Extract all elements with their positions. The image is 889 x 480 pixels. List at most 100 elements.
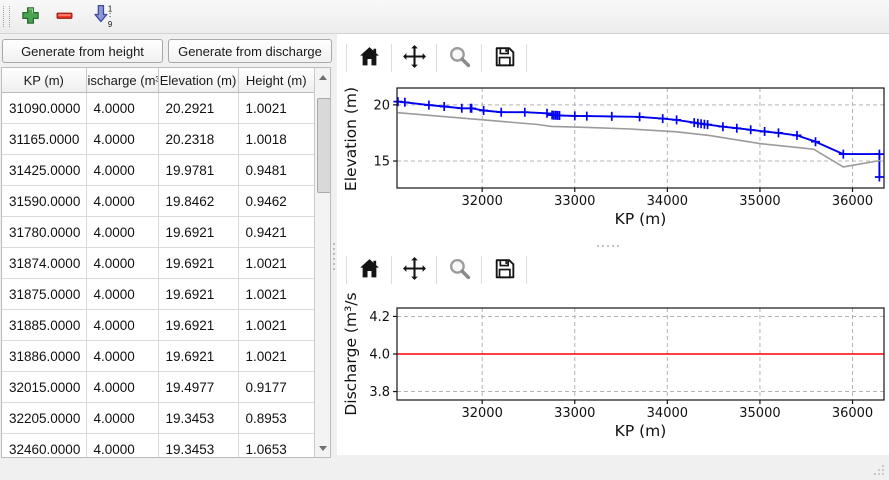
y-tick-label: 20 — [373, 98, 390, 113]
table-cell[interactable]: 19.9781 — [158, 155, 238, 186]
nav-zoom-button[interactable] — [443, 254, 475, 286]
home-icon — [357, 44, 382, 72]
pan-icon — [402, 44, 427, 72]
x-tick-label: 32000 — [461, 194, 502, 209]
table-cell[interactable]: 1.0021 — [238, 310, 314, 341]
nav-pan-button[interactable] — [398, 42, 430, 74]
table-cell[interactable]: 0.9481 — [238, 155, 314, 186]
table-row: 32015.00004.000019.49770.9177 — [2, 372, 314, 403]
x-tick-label: 34000 — [647, 194, 688, 209]
nav-pan-button[interactable] — [398, 254, 430, 286]
table-cell[interactable]: 19.3453 — [158, 403, 238, 434]
table-row: 31165.00004.000020.23181.0018 — [2, 124, 314, 155]
table-cell[interactable]: 0.8953 — [238, 403, 314, 434]
y-tick-label: 4.2 — [369, 310, 390, 325]
nav-save-button[interactable] — [488, 42, 520, 74]
table-cell[interactable]: 0.9177 — [238, 372, 314, 403]
toolbar-drag-handle[interactable] — [3, 6, 10, 27]
table-scrollbar[interactable] — [314, 68, 331, 457]
table-cell[interactable]: 4.0000 — [86, 93, 158, 124]
column-header-elevation[interactable]: Elevation (m) — [158, 68, 238, 93]
toolbar-separator — [391, 256, 392, 284]
table-cell[interactable]: 19.8462 — [158, 186, 238, 217]
sort-rows-button[interactable]: 1 9 — [88, 4, 118, 30]
scrollbar-thumb[interactable] — [317, 98, 331, 193]
scrollbar-down-button[interactable] — [315, 440, 331, 456]
x-tick-label: 36000 — [832, 194, 873, 209]
table-cell[interactable]: 1.0021 — [238, 248, 314, 279]
add-row-button[interactable] — [17, 4, 43, 30]
table-cell[interactable]: 31165.0000 — [2, 124, 86, 155]
column-header-height[interactable]: Height (m) — [238, 68, 314, 93]
discharge-chart[interactable]: 32000330003400035000360003.84.04.2KP (m)… — [341, 293, 887, 455]
table-cell[interactable]: 4.0000 — [86, 279, 158, 310]
table-cell[interactable]: 1.0018 — [238, 124, 314, 155]
table-cell[interactable]: 32205.0000 — [2, 403, 86, 434]
resize-grip[interactable] — [872, 463, 886, 477]
elevation-chart[interactable]: 32000330003400035000360001520KP (m)Eleva… — [341, 84, 887, 242]
table-row: 31875.00004.000019.69211.0021 — [2, 279, 314, 310]
table-cell[interactable]: 19.6921 — [158, 248, 238, 279]
table-cell[interactable]: 1.0021 — [238, 93, 314, 124]
table-cell[interactable]: 4.0000 — [86, 403, 158, 434]
x-tick-label: 35000 — [739, 194, 780, 209]
table-cell[interactable]: 32460.0000 — [2, 434, 86, 459]
table: KP (m) ischarge (m³/ Elevation (m) Heigh… — [2, 68, 314, 458]
table-cell[interactable]: 0.9421 — [238, 217, 314, 248]
column-header-discharge[interactable]: ischarge (m³/ — [86, 68, 158, 93]
table-cell[interactable]: 1.0021 — [238, 279, 314, 310]
table-cell[interactable]: 4.0000 — [86, 186, 158, 217]
nav-home-button[interactable] — [353, 42, 385, 74]
table-cell[interactable]: 1.0653 — [238, 434, 314, 459]
column-header-kp[interactable]: KP (m) — [2, 68, 86, 93]
sort-ascending-icon: 1 9 — [92, 3, 115, 31]
table-cell[interactable]: 4.0000 — [86, 434, 158, 459]
chart-splitter[interactable] — [588, 243, 628, 249]
table-cell[interactable]: 19.6921 — [158, 279, 238, 310]
table-cell[interactable]: 0.9462 — [238, 186, 314, 217]
table-cell[interactable]: 31874.0000 — [2, 248, 86, 279]
table-cell[interactable]: 4.0000 — [86, 124, 158, 155]
nav-save-button[interactable] — [488, 254, 520, 286]
minus-icon — [55, 6, 74, 28]
nav-home-button[interactable] — [353, 254, 385, 286]
x-tick-label: 33000 — [554, 194, 595, 209]
table-cell[interactable]: 31885.0000 — [2, 310, 86, 341]
toolbar-separator — [346, 44, 347, 72]
x-axis-label: KP (m) — [615, 422, 667, 440]
table-cell[interactable]: 4.0000 — [86, 248, 158, 279]
toolbar-separator — [436, 256, 437, 284]
table-cell[interactable]: 31590.0000 — [2, 186, 86, 217]
table-cell[interactable]: 4.0000 — [86, 341, 158, 372]
table-cell[interactable]: 32015.0000 — [2, 372, 86, 403]
table-cell[interactable]: 31780.0000 — [2, 217, 86, 248]
table-cell[interactable]: 19.4977 — [158, 372, 238, 403]
y-tick-label: 15 — [373, 155, 390, 170]
toolbar-separator — [346, 256, 347, 284]
zoom-icon — [447, 44, 472, 72]
table-cell[interactable]: 4.0000 — [86, 310, 158, 341]
toolbar-separator — [481, 44, 482, 72]
table-cell[interactable]: 19.6921 — [158, 341, 238, 372]
table-cell[interactable]: 31886.0000 — [2, 341, 86, 372]
generate-from-discharge-button[interactable]: Generate from discharge — [168, 39, 332, 63]
table-cell[interactable]: 4.0000 — [86, 217, 158, 248]
scrollbar-up-button[interactable] — [315, 69, 331, 85]
table-cell[interactable]: 4.0000 — [86, 372, 158, 403]
nav-zoom-button[interactable] — [443, 42, 475, 74]
data-table: KP (m) ischarge (m³/ Elevation (m) Heigh… — [1, 67, 331, 458]
remove-row-button[interactable] — [51, 4, 77, 30]
generate-from-height-button[interactable]: Generate from height — [2, 39, 163, 63]
table-cell[interactable]: 19.6921 — [158, 217, 238, 248]
table-cell[interactable]: 4.0000 — [86, 155, 158, 186]
table-cell[interactable]: 31875.0000 — [2, 279, 86, 310]
table-cell[interactable]: 20.2318 — [158, 124, 238, 155]
table-cell[interactable]: 19.6921 — [158, 310, 238, 341]
x-tick-label: 32000 — [461, 406, 502, 421]
table-cell[interactable]: 31425.0000 — [2, 155, 86, 186]
x-tick-label: 34000 — [647, 406, 688, 421]
table-cell[interactable]: 20.2921 — [158, 93, 238, 124]
table-cell[interactable]: 31090.0000 — [2, 93, 86, 124]
table-cell[interactable]: 1.0021 — [238, 341, 314, 372]
table-cell[interactable]: 19.3453 — [158, 434, 238, 459]
